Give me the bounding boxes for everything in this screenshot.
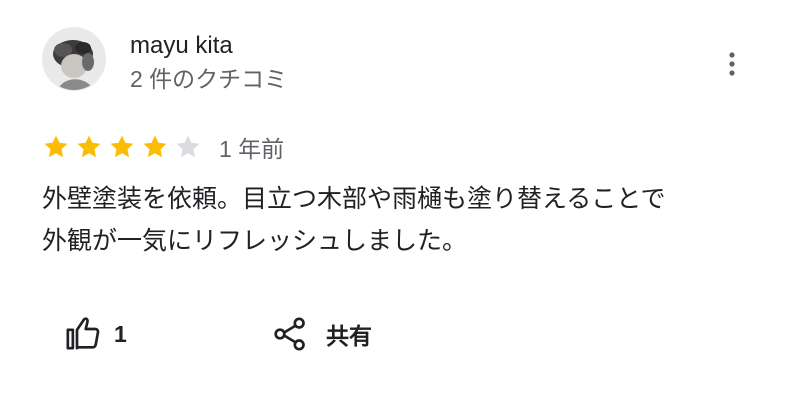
- thumbs-up-icon: [62, 314, 102, 354]
- review-text-line: 外観が一気にリフレッシュしました。: [42, 227, 468, 255]
- review-text-line: 外壁塗装を依頼。目立つ木部や雨樋も塗り替えることで: [42, 185, 666, 213]
- star-filled-icon: [77, 135, 101, 158]
- avatar-photo: [43, 28, 105, 90]
- star-rating: [42, 133, 207, 161]
- rating-row: 1 年前: [42, 131, 284, 163]
- more-options-button[interactable]: [712, 44, 752, 84]
- review-date: 1 年前: [219, 136, 285, 162]
- star-empty-icon: [176, 135, 200, 158]
- star-filled-icon: [44, 135, 68, 158]
- more-vert-icon: [729, 52, 735, 76]
- star-filled-icon: [110, 135, 134, 158]
- like-count: 1: [114, 320, 127, 347]
- like-button[interactable]: 1: [62, 312, 127, 356]
- share-icon: [270, 314, 310, 354]
- author-name[interactable]: mayu kita: [130, 31, 233, 61]
- avatar[interactable]: [42, 27, 106, 91]
- review-text: 外壁塗装を依頼。目立つ木部や雨樋も塗り替えることで 外観が一気にリフレッシュしま…: [42, 178, 762, 262]
- share-label: 共有: [326, 323, 372, 349]
- share-button[interactable]: 共有: [270, 312, 372, 356]
- author-review-count: 2 件のクチコミ: [130, 66, 288, 92]
- star-filled-icon: [143, 135, 167, 158]
